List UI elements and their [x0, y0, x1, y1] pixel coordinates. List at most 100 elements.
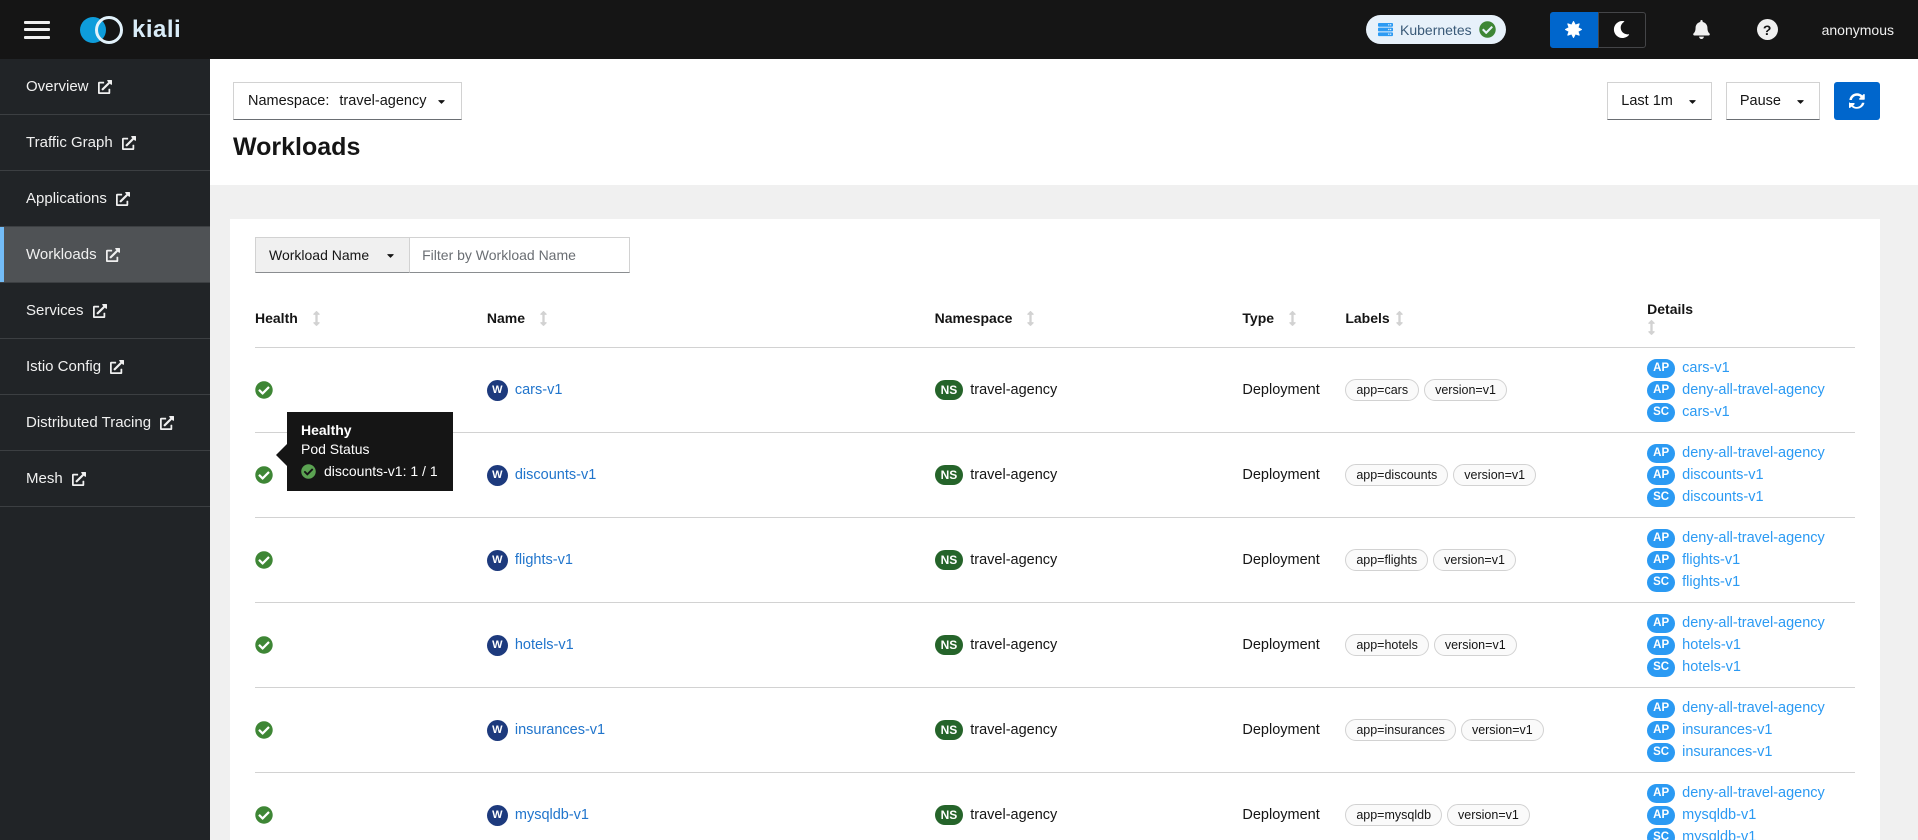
label-pill: version=v1 — [1433, 549, 1516, 571]
sort-icon[interactable] — [1288, 310, 1297, 326]
authorization-policy-badge: AP — [1647, 528, 1676, 548]
health-healthy-icon[interactable] — [255, 806, 273, 824]
cluster-healthy-icon — [1478, 21, 1496, 38]
sort-icon[interactable] — [312, 310, 321, 326]
workload-link[interactable]: insurances-v1 — [515, 722, 605, 738]
detail-line: SC hotels-v1 — [1647, 657, 1741, 677]
workload-link[interactable]: mysqldb-v1 — [515, 807, 589, 823]
label-pill: version=v1 — [1460, 719, 1544, 741]
sidebar-item-applications[interactable]: Applications — [0, 171, 210, 227]
workload-type: Deployment — [1242, 637, 1320, 653]
label-pill: app=hotels — [1345, 634, 1429, 656]
detail-link[interactable]: flights-v1 — [1682, 552, 1740, 568]
namespace-value: travel-agency — [970, 722, 1058, 738]
workload-badge: W — [486, 634, 508, 656]
table-row: W hotels-v1 NS travel-agency Deployment … — [255, 603, 1855, 688]
question-icon: ? — [1756, 19, 1778, 40]
caret-down-icon — [387, 253, 394, 258]
detail-link[interactable]: cars-v1 — [1682, 404, 1730, 420]
refresh-interval-dropdown[interactable]: Pause — [1725, 82, 1820, 120]
column-header-name[interactable]: Name — [487, 291, 935, 347]
sort-icon[interactable] — [1647, 320, 1656, 335]
sidebar-item-mesh[interactable]: Mesh — [0, 451, 210, 507]
masthead: kiali Kubernetes ? anonymous — [0, 0, 1918, 59]
detail-link[interactable]: insurances-v1 — [1682, 722, 1772, 738]
sort-icon[interactable] — [1026, 310, 1035, 326]
column-header-details[interactable]: Details — [1647, 291, 1855, 347]
detail-link[interactable]: deny-all-travel-agency — [1682, 615, 1825, 631]
column-header-labels[interactable]: Labels — [1345, 291, 1647, 347]
health-healthy-icon[interactable] — [255, 721, 273, 739]
workload-link[interactable]: cars-v1 — [515, 382, 563, 398]
page-header: Namespace: travel-agency Last 1m Pause W… — [210, 59, 1918, 185]
authorization-policy-badge: AP — [1647, 443, 1676, 463]
pod-healthy-icon — [301, 463, 316, 479]
cluster-badge[interactable]: Kubernetes — [1366, 15, 1506, 44]
detail-link[interactable]: deny-all-travel-agency — [1682, 445, 1825, 461]
sidebar-item-services[interactable]: Services — [0, 283, 210, 339]
light-theme-button[interactable] — [1549, 11, 1598, 48]
external-link-icon — [97, 79, 112, 94]
sort-icon[interactable] — [539, 310, 548, 326]
namespace-selected: travel-agency — [339, 93, 427, 109]
namespace-badge: NS — [934, 465, 964, 485]
tooltip-title: Healthy — [301, 422, 352, 438]
namespace-badge: NS — [934, 805, 964, 825]
label-pill: version=v1 — [1433, 634, 1517, 656]
health-healthy-icon[interactable] — [255, 551, 273, 569]
detail-link[interactable]: hotels-v1 — [1682, 637, 1741, 653]
time-controls: Last 1m Pause — [1607, 82, 1880, 120]
namespace-dropdown[interactable]: Namespace: travel-agency — [233, 82, 463, 120]
detail-link[interactable]: hotels-v1 — [1682, 659, 1741, 675]
detail-link[interactable]: insurances-v1 — [1682, 744, 1772, 760]
workload-link[interactable]: hotels-v1 — [515, 637, 574, 653]
notifications-button[interactable] — [1692, 20, 1711, 39]
column-header-health[interactable]: Health — [255, 291, 487, 347]
filter-input[interactable] — [410, 237, 631, 273]
detail-link[interactable]: mysqldb-v1 — [1682, 829, 1756, 840]
sort-icon[interactable] — [1395, 310, 1404, 326]
workload-link[interactable]: flights-v1 — [515, 552, 573, 568]
labels-cell: app=insurances version=v1 — [1345, 719, 1647, 741]
sun-icon — [1565, 21, 1583, 38]
sidebar-item-istio-config[interactable]: Istio Config — [0, 339, 210, 395]
detail-link[interactable]: deny-all-travel-agency — [1682, 530, 1825, 546]
detail-line: SC insurances-v1 — [1647, 742, 1772, 762]
detail-link[interactable]: flights-v1 — [1682, 574, 1740, 590]
help-button[interactable]: ? — [1756, 19, 1778, 40]
authorization-policy-badge: AP — [1647, 358, 1676, 378]
health-healthy-icon[interactable] — [255, 466, 273, 484]
sidebar-item-workloads[interactable]: Workloads — [0, 227, 210, 283]
health-healthy-icon[interactable] — [255, 636, 273, 654]
sidebar-item-distributed-tracing[interactable]: Distributed Tracing — [0, 395, 210, 451]
sidebar-item-overview[interactable]: Overview — [0, 59, 210, 115]
detail-line: AP deny-all-travel-agency — [1647, 380, 1825, 400]
detail-link[interactable]: cars-v1 — [1682, 360, 1730, 376]
detail-link[interactable]: deny-all-travel-agency — [1682, 785, 1825, 801]
nav-toggle-button[interactable] — [24, 19, 50, 41]
detail-link[interactable]: discounts-v1 — [1682, 489, 1763, 505]
detail-line: AP discounts-v1 — [1647, 465, 1764, 485]
namespace-value: travel-agency — [970, 467, 1058, 483]
health-healthy-icon[interactable] — [255, 381, 273, 399]
brand-name: kiali — [132, 15, 182, 43]
detail-link[interactable]: discounts-v1 — [1682, 467, 1763, 483]
detail-line: AP insurances-v1 — [1647, 720, 1772, 740]
workload-link[interactable]: discounts-v1 — [515, 467, 596, 483]
external-link-icon — [71, 471, 86, 486]
details-cell: AP deny-all-travel-agency AP flights-v1 SC fl… — [1647, 528, 1855, 592]
detail-link[interactable]: deny-all-travel-agency — [1682, 382, 1825, 398]
detail-link[interactable]: mysqldb-v1 — [1682, 807, 1756, 823]
labels-cell: app=hotels version=v1 — [1345, 634, 1647, 656]
labels-cell: app=discounts version=v1 — [1345, 464, 1647, 486]
duration-dropdown[interactable]: Last 1m — [1607, 82, 1712, 120]
column-header-type[interactable]: Type — [1242, 291, 1345, 347]
sidebar-item-traffic-graph[interactable]: Traffic Graph — [0, 115, 210, 171]
column-header-namespace[interactable]: Namespace — [935, 291, 1243, 347]
table-row: W cars-v1 NS travel-agency Deployment ap… — [255, 348, 1855, 433]
refresh-button[interactable] — [1834, 82, 1880, 120]
dark-theme-button[interactable] — [1597, 11, 1646, 48]
bell-icon — [1692, 20, 1710, 39]
detail-link[interactable]: deny-all-travel-agency — [1682, 700, 1825, 716]
filter-type-dropdown[interactable]: Workload Name — [255, 237, 411, 273]
